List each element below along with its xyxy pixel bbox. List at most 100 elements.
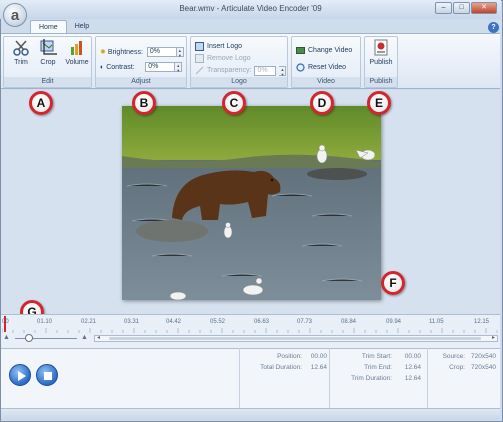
- remove-logo-button[interactable]: Remove Logo: [195, 53, 251, 64]
- ruler-mark: 02.21: [81, 319, 97, 325]
- trim-panel: Trim Start: 00.00 Trim End: 12.64 Trim D…: [329, 348, 426, 408]
- adjust-group-label: Adjust: [96, 77, 186, 87]
- dimensions-panel: Source: 720x540 Crop: 720x540: [427, 348, 500, 408]
- adjust-group: ✹ Brightness: 0% ▲ ▼ ◐ Contrast: 0% ▲ ▼ Ad…: [95, 36, 187, 88]
- publish-icon: [374, 39, 388, 56]
- publish-group-label: Publish: [365, 77, 397, 87]
- brightness-input[interactable]: 0%: [146, 47, 177, 57]
- video-group-label: Video: [292, 77, 360, 87]
- edit-group-label: Edit: [4, 77, 91, 87]
- publish-button[interactable]: Publish: [366, 39, 396, 66]
- title-bar[interactable]: Bear.wmv - Articulate Video Encoder '09 …: [0, 0, 501, 19]
- change-video-button[interactable]: Change Video: [296, 45, 352, 56]
- ruler-mark: 03.31: [124, 319, 140, 325]
- position-label: Position:: [277, 353, 302, 360]
- crop-stat: Crop: 720x540: [428, 364, 498, 374]
- playhead[interactable]: [4, 316, 6, 332]
- trim-label: Trim: [14, 59, 28, 66]
- ruler-mark: 09.94: [386, 319, 402, 325]
- trim-duration-label: Trim Duration:: [351, 375, 392, 382]
- crop-size-label: Crop:: [449, 364, 465, 371]
- contrast-row: ◐ Contrast: 0% ▲ ▼: [100, 61, 183, 73]
- ruler-mark: 06.63: [254, 319, 270, 325]
- zoom-out-icon[interactable]: ▲: [3, 334, 10, 341]
- status-bar: [1, 408, 500, 420]
- insert-logo-icon: [195, 42, 204, 51]
- callout-f: F: [381, 271, 405, 295]
- scroll-left-icon[interactable]: ◂: [97, 334, 100, 341]
- trim-start-stat: Trim Start: 00.00: [330, 353, 427, 363]
- brightness-stepper[interactable]: ▲ ▼: [176, 47, 184, 58]
- trim-end-stat: Trim End: 12.64: [330, 364, 427, 374]
- total-duration-value: 12.64: [310, 364, 327, 371]
- ruler-mark: 04.42: [166, 319, 182, 325]
- remove-logo-icon: [195, 54, 204, 63]
- maximize-button[interactable]: □: [453, 2, 470, 14]
- crop-icon: [40, 39, 57, 55]
- stop-button[interactable]: [36, 364, 58, 386]
- timeline-scrollbar[interactable]: ◂ ▸: [94, 335, 498, 342]
- transparency-label: Transparency:: [207, 67, 252, 74]
- help-icon[interactable]: ?: [488, 22, 499, 33]
- callout-a: A: [29, 91, 53, 115]
- publish-group: Publish Publish: [364, 36, 398, 88]
- crop-button[interactable]: Crop: [34, 39, 62, 66]
- callout-b: B: [132, 91, 156, 115]
- transparency-stepper[interactable]: ▲ ▼: [279, 65, 287, 77]
- zoom-slider[interactable]: ▲ ▲: [3, 334, 91, 343]
- minimize-button[interactable]: –: [435, 2, 452, 14]
- position-panel: Position: 00.00 Total Duration: 12.64: [239, 348, 328, 408]
- ruler-mark: 07.73: [297, 319, 313, 325]
- source-value: 720x540: [471, 353, 496, 360]
- transparency-icon: [195, 66, 204, 75]
- total-duration-stat: Total Duration: 12.64: [240, 364, 329, 374]
- callout-e: E: [367, 91, 391, 115]
- contrast-input[interactable]: 0%: [145, 62, 176, 72]
- window-controls: – □ ✕: [435, 2, 497, 14]
- zoom-in-icon[interactable]: ▲: [81, 334, 88, 341]
- logo-group-label: Logo: [191, 77, 287, 87]
- reset-video-icon: [296, 63, 305, 72]
- trim-start-value: 00.00: [404, 353, 421, 360]
- transparency-row: Transparency: 0% ▲ ▼: [195, 65, 287, 77]
- scroll-right-icon[interactable]: ▸: [492, 334, 495, 341]
- volume-button[interactable]: Volume: [63, 39, 91, 66]
- volume-label: Volume: [65, 59, 89, 66]
- transparency-input[interactable]: 0%: [254, 65, 277, 76]
- timeline-ruler: 00 01.10 02.21 03.31 04.42 05.52 06.63 0…: [0, 319, 499, 328]
- scroll-thumb[interactable]: [109, 337, 481, 340]
- crop-label: Crop: [40, 59, 56, 66]
- play-button[interactable]: [9, 364, 31, 386]
- ruler-mark: 11.05: [429, 319, 444, 325]
- stop-icon: [44, 372, 52, 380]
- timeline-ticks: [2, 328, 498, 333]
- change-video-icon: [296, 47, 305, 54]
- close-button[interactable]: ✕: [471, 2, 497, 14]
- edit-group: Trim Crop Volume Edit: [3, 36, 92, 88]
- ribbon: Trim Crop Volume Edit ✹ Brightness: 0% ▲…: [1, 33, 500, 89]
- ruler-mark: 12.15: [474, 319, 490, 325]
- video-group: Change Video Reset Video Video: [291, 36, 361, 88]
- trim-duration-value: 12.64: [404, 375, 421, 382]
- contrast-stepper[interactable]: ▲ ▼: [175, 62, 183, 73]
- ruler-mark: 05.52: [210, 319, 226, 325]
- tab-help[interactable]: Help: [67, 20, 97, 34]
- app-menu-button[interactable]: a: [3, 3, 27, 27]
- window-title: Bear.wmv - Articulate Video Encoder '09: [179, 4, 322, 13]
- source-label: Source:: [442, 353, 465, 360]
- insert-logo-button[interactable]: Insert Logo: [195, 41, 242, 52]
- scissors-icon: [13, 40, 29, 56]
- change-video-label: Change Video: [308, 47, 353, 54]
- contrast-icon: ◐: [100, 63, 105, 71]
- position-value: 00.00: [310, 353, 327, 360]
- trim-button[interactable]: Trim: [7, 39, 35, 66]
- publish-label: Publish: [369, 59, 393, 66]
- tab-home[interactable]: Home: [30, 20, 67, 34]
- logo-group: Insert Logo Remove Logo Transparency: 0%…: [190, 36, 288, 88]
- callout-c: C: [222, 91, 246, 115]
- reset-video-button[interactable]: Reset Video: [296, 62, 346, 73]
- zoom-knob[interactable]: [25, 334, 33, 342]
- video-preview[interactable]: [122, 106, 381, 300]
- crop-size-value: 720x540: [471, 364, 496, 371]
- sun-icon: ✹: [100, 49, 106, 56]
